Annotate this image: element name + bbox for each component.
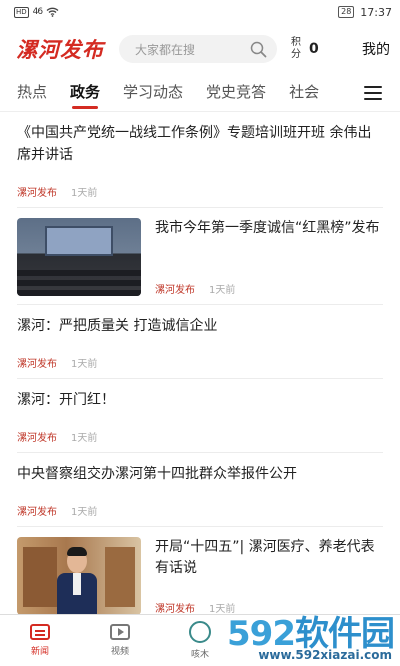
item-source: 漯河发布 <box>155 285 195 296</box>
list-item[interactable]: 漯河：严把质量关 打造诚信企业 漯河发布 1天前 <box>17 305 383 379</box>
nav-label: 新闻 <box>30 647 49 657</box>
score-widget[interactable]: 积分 0 <box>291 37 319 61</box>
item-title: 开局“十四五”| 漯河医疗、养老代表有话说 <box>155 539 375 576</box>
list-item[interactable]: 漯河：开门红！ 漯河发布 1天前 <box>17 379 383 453</box>
item-time: 1天前 <box>209 285 236 296</box>
search-placeholder: 大家都在搜 <box>135 42 196 57</box>
search-input[interactable]: 大家都在搜 <box>119 35 277 63</box>
list-item[interactable]: 中央督察组交办漯河第十四批群众举报件公开 漯河发布 1天前 <box>17 453 383 527</box>
news-feed: 《中国共产党统一战线工作条例》专题培训班开班 余伟出席并讲话 漯河发布 1天前 … <box>0 112 400 624</box>
search-icon[interactable] <box>250 41 267 58</box>
tab-society[interactable]: 社会 <box>289 74 319 111</box>
app-header: 漯河发布 大家都在搜 积分 0 我的 <box>0 24 400 74</box>
tab-government[interactable]: 政务 <box>70 74 100 111</box>
hd-indicator: HD <box>14 6 29 18</box>
item-title: 中央督察组交办漯河第十四批群众举报件公开 <box>17 466 297 482</box>
nav-video[interactable]: 视频 <box>80 615 160 666</box>
score-label: 积分 <box>291 37 301 60</box>
portrait-photo <box>17 537 141 615</box>
menu-icon <box>364 86 382 100</box>
video-icon <box>110 624 130 640</box>
tab-hot[interactable]: 热点 <box>17 74 47 111</box>
status-bar: HD 46 28 17:37 <box>0 0 400 24</box>
app-logo: 漯河发布 <box>16 37 104 62</box>
item-source: 漯河发布 <box>17 507 57 518</box>
item-time: 1天前 <box>71 433 98 444</box>
category-tabs: 热点 政务 学习动态 党史竞答 社会 <box>0 74 400 112</box>
list-item[interactable]: 我市今年第一季度诚信“红黑榜”发布 漯河发布 1天前 <box>17 208 383 305</box>
clock: 17:37 <box>360 5 392 19</box>
score-value: 0 <box>309 41 319 57</box>
item-title: 《中国共产党统一战线工作条例》专题培训班开班 余伟出席并讲话 <box>17 125 372 163</box>
nav-news[interactable]: 新闻 <box>0 615 80 666</box>
wifi-icon <box>46 7 59 17</box>
item-time: 1天前 <box>71 359 98 370</box>
item-title: 漯河：开门红！ <box>17 392 115 408</box>
item-source: 漯河发布 <box>17 433 57 444</box>
meeting-photo <box>17 218 141 296</box>
list-item[interactable]: 《中国共产党统一战线工作条例》专题培训班开班 余伟出席并讲话 漯河发布 1天前 <box>17 112 383 208</box>
signal-icon: 46 <box>32 7 44 17</box>
tab-study[interactable]: 学习动态 <box>123 74 183 111</box>
item-time: 1天前 <box>71 188 98 199</box>
item-time: 1天前 <box>71 507 98 518</box>
item-title: 漯河：严把质量关 打造诚信企业 <box>17 318 218 334</box>
item-source: 漯河发布 <box>17 188 57 199</box>
item-source: 漯河发布 <box>17 359 57 370</box>
item-source: 漯河发布 <box>155 604 195 615</box>
nav-label: 视频 <box>110 647 129 657</box>
battery-icon: 28 <box>338 6 355 18</box>
tab-quiz[interactable]: 党史竞答 <box>206 74 266 111</box>
channel-menu-button[interactable] <box>346 74 400 111</box>
news-icon <box>30 624 50 640</box>
site-watermark: 592软件园 www.592xiazai.com <box>198 606 398 664</box>
item-title: 我市今年第一季度诚信“红黑榜”发布 <box>155 220 380 236</box>
watermark-url: www.592xiazai.com <box>258 648 392 662</box>
mine-button[interactable]: 我的 <box>362 39 390 59</box>
